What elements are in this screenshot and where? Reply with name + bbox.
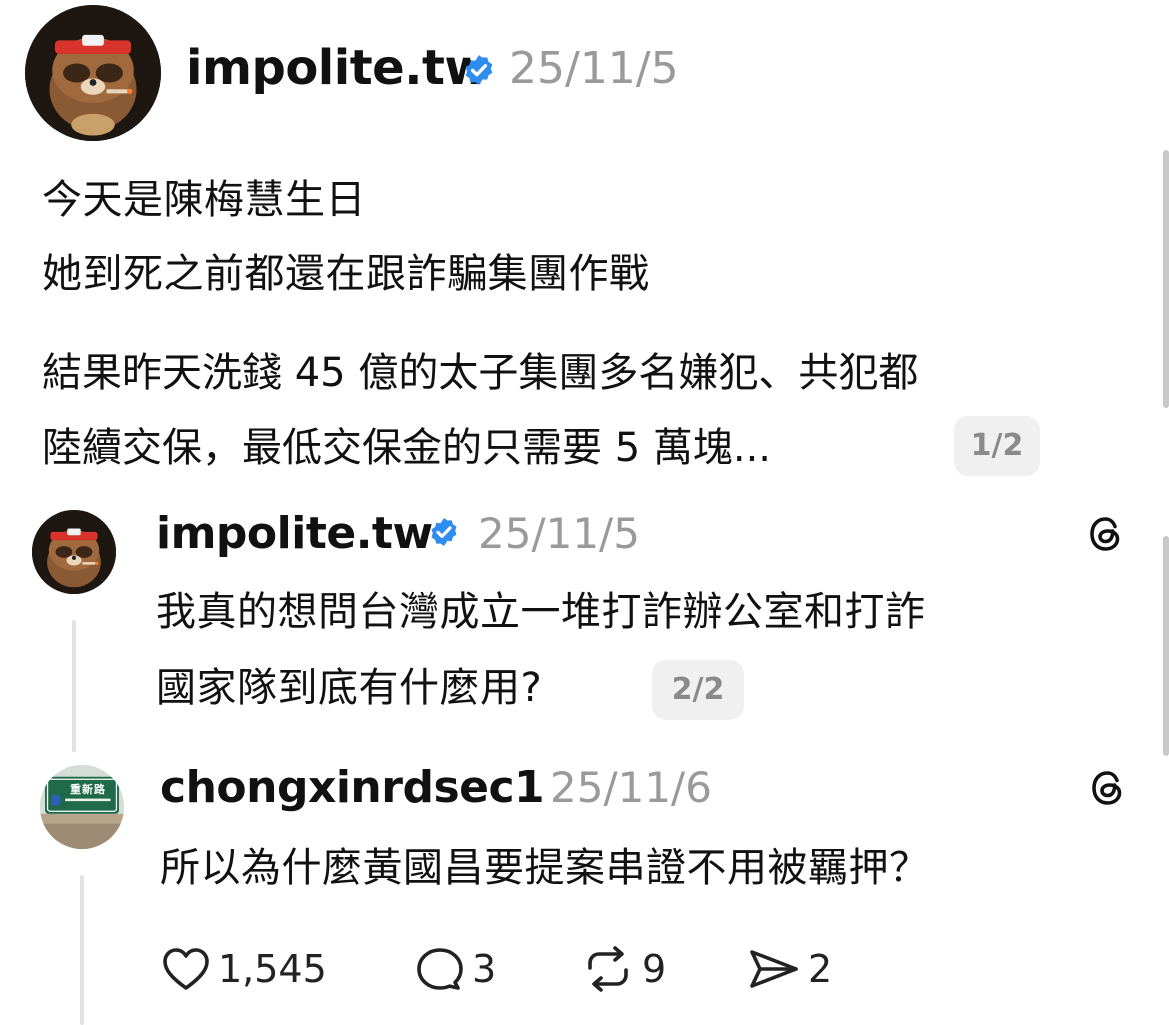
main-post-line-1: 今天是陳梅慧生日 [42, 177, 366, 223]
raccoon-avatar-icon [25, 5, 161, 141]
repost-count: 9 [642, 947, 667, 991]
heart-icon [163, 948, 209, 990]
reply-2-avatar[interactable]: 重新路 [40, 765, 124, 849]
main-post-line-4: 陸續交保，最低交保金的只需要 5 萬塊... [42, 425, 772, 471]
threads-logo-icon[interactable] [1084, 512, 1128, 556]
main-post-avatar[interactable] [25, 5, 161, 141]
share-icon [750, 950, 798, 988]
page-indicator-badge: 2/2 [652, 660, 744, 720]
comment-count: 3 [472, 947, 497, 991]
street-sign-text: 重新路 [70, 783, 106, 796]
thread-connector-line [80, 875, 84, 1025]
main-post-username[interactable]: impolite.tw [186, 40, 489, 96]
reply-1-username[interactable]: impolite.tw [156, 508, 433, 560]
reply-2-username[interactable]: chongxinrdsec1 [160, 762, 545, 814]
thread-connector-line [72, 620, 76, 752]
raccoon-avatar-icon [32, 510, 116, 594]
reply-1-line-2: 國家隊到底有什麼用? [156, 665, 543, 711]
page-indicator-badge: 1/2 [954, 416, 1040, 476]
threads-logo-icon[interactable] [1086, 766, 1130, 810]
reply-2-date: 25/11/6 [550, 763, 712, 812]
main-post-date: 25/11/5 [509, 43, 679, 94]
like-button[interactable]: 1,545 [160, 944, 327, 994]
comment-icon [417, 948, 463, 990]
scrollbar-thumb[interactable] [1163, 150, 1169, 408]
repost-icon [588, 946, 628, 992]
reply-1-date: 25/11/5 [478, 509, 640, 558]
scrollbar-thumb-reply[interactable] [1163, 536, 1169, 756]
like-count: 1,545 [218, 947, 327, 991]
share-button[interactable]: 2 [746, 944, 832, 994]
reply-2-line-1: 所以為什麼黃國昌要提案串證不用被羈押？ [160, 845, 930, 891]
verified-badge-icon [462, 53, 496, 87]
repost-button[interactable]: 9 [580, 944, 666, 994]
share-count: 2 [808, 947, 833, 991]
comment-button[interactable]: 3 [414, 944, 496, 994]
street-sign-avatar-icon [40, 765, 124, 849]
main-post-line-3: 結果昨天洗錢 45 億的太子集團多名嫌犯、共犯都 [42, 350, 919, 396]
reply-1-avatar[interactable] [32, 510, 116, 594]
reply-1-line-1: 我真的想問台灣成立一堆打詐辦公室和打詐 [156, 589, 926, 635]
verified-badge-icon [428, 516, 460, 548]
main-post-line-2: 她到死之前都還在跟詐騙集團作戰 [42, 251, 650, 297]
